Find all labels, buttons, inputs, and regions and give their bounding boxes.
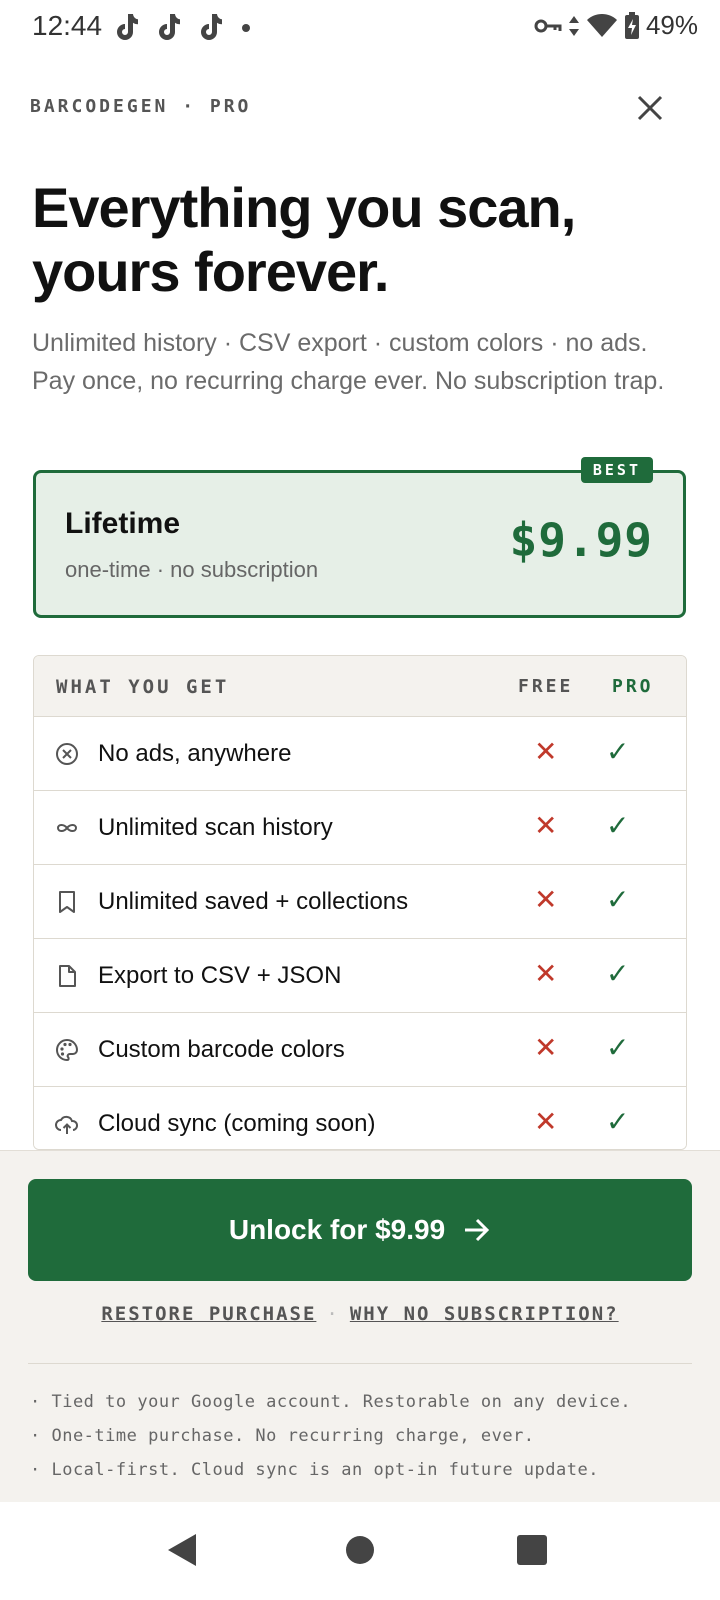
pro-check: ✓: [606, 810, 630, 841]
plan-card-lifetime[interactable]: BEST Lifetime one-time · no subscription…: [33, 457, 686, 618]
header-what-you-get: WHAT YOU GET: [56, 676, 230, 698]
unlock-button[interactable]: Unlock for $9.99: [28, 1179, 692, 1281]
more-notifications-dot-icon: [242, 24, 250, 32]
restore-purchase-link[interactable]: RESTORE PURCHASE: [101, 1303, 316, 1325]
pro-check: ✓: [606, 1106, 630, 1137]
note-line: · Local-first. Cloud sync is an opt-in f…: [30, 1460, 599, 1480]
tiktok-icon: [159, 14, 180, 40]
note-line: · One-time purchase. No recurring charge…: [30, 1426, 535, 1446]
table-header: WHAT YOU GET FREE PRO: [34, 656, 686, 717]
tiktok-icon: [201, 14, 222, 40]
status-bar: 12:44 49%: [0, 0, 720, 56]
nav-back-button[interactable]: [162, 1530, 202, 1570]
recents-square-icon: [517, 1535, 547, 1565]
vpn-key-icon: [534, 19, 562, 32]
free-cross: ✕: [534, 884, 558, 915]
feature-label: Export to CSV + JSON: [98, 962, 342, 989]
system-nav-bar: [0, 1502, 720, 1600]
status-right: 49%: [534, 10, 698, 41]
feature-label: Cloud sync (coming soon): [98, 1110, 376, 1137]
tiktok-icon: [117, 14, 138, 40]
feature-label: Unlimited saved + collections: [98, 888, 409, 915]
battery-percent: 49%: [645, 10, 698, 40]
table-row: Custom barcode colors ✕ ✓: [34, 1013, 686, 1087]
notification-icons: [112, 12, 254, 42]
header-pro: PRO: [612, 676, 654, 697]
feature-label: Custom barcode colors: [98, 1036, 345, 1063]
cloud-upload-icon: [55, 1115, 79, 1134]
bookmark-icon: [59, 891, 75, 913]
nav-recents-button[interactable]: [512, 1530, 552, 1570]
page-subtitle: Unlimited history · CSV export · custom …: [32, 329, 665, 395]
header-free: FREE: [518, 676, 574, 697]
best-badge: BEST: [580, 457, 653, 483]
table-row: Unlimited scan history ✕ ✓: [34, 791, 686, 865]
pro-check: ✓: [606, 736, 630, 767]
home-circle-icon: [346, 1536, 374, 1564]
palette-icon: [56, 1038, 79, 1062]
data-arrows-icon: [568, 15, 579, 36]
battery-charging-icon: [624, 11, 639, 39]
plan-price: $9.99: [509, 513, 653, 567]
pro-check: ✓: [606, 884, 630, 915]
free-cross: ✕: [534, 1106, 558, 1137]
feature-label: No ads, anywhere: [98, 740, 292, 767]
nav-home-button[interactable]: [340, 1530, 380, 1570]
fine-print: · Tied to your Google account. Restorabl…: [30, 1385, 631, 1487]
link-separator: ·: [326, 1303, 340, 1325]
secondary-links: RESTORE PURCHASE · WHY NO SUBSCRIPTION?: [0, 1303, 720, 1325]
table-row: Export to CSV + JSON ✕ ✓: [34, 939, 686, 1013]
file-icon: [59, 965, 76, 987]
pro-check: ✓: [606, 1032, 630, 1063]
divider: [28, 1363, 692, 1364]
brand-label: BARCODEGEN · PRO: [30, 96, 252, 117]
close-icon: [637, 95, 663, 121]
note-line: · Tied to your Google account. Restorabl…: [30, 1392, 632, 1412]
pro-check: ✓: [606, 958, 630, 989]
plan-name: Lifetime: [65, 507, 181, 540]
infinity-icon: [56, 824, 78, 832]
purchase-sheet: Unlock for $9.99 RESTORE PURCHASE · WHY NO…: [0, 1150, 720, 1503]
free-cross: ✕: [534, 736, 558, 767]
wifi-icon: [586, 13, 617, 37]
free-cross: ✕: [534, 810, 558, 841]
plan-description: one-time · no subscription: [65, 557, 319, 582]
table-row: No ads, anywhere ✕ ✓: [34, 717, 686, 791]
no-ads-icon: [56, 743, 78, 765]
feature-label: Unlimited scan history: [98, 814, 333, 841]
close-button[interactable]: [630, 88, 670, 128]
free-cross: ✕: [534, 958, 558, 989]
free-cross: ✕: [534, 1032, 558, 1063]
page-title: Everything you scan, yours forever.: [32, 176, 576, 303]
unlock-button-label: Unlock for $9.99: [228, 1214, 446, 1245]
table-row: Cloud sync (coming soon) ✕ ✓: [34, 1087, 686, 1149]
arrow-right-icon: [465, 1218, 490, 1242]
status-time: 12:44: [32, 10, 103, 41]
back-triangle-icon: [168, 1534, 196, 1566]
table-row: Unlimited saved + collections ✕ ✓: [34, 865, 686, 939]
features-table: WHAT YOU GET FREE PRO No ads, anywhere ✕…: [33, 655, 687, 1150]
why-no-subscription-link[interactable]: WHY NO SUBSCRIPTION?: [350, 1303, 619, 1325]
